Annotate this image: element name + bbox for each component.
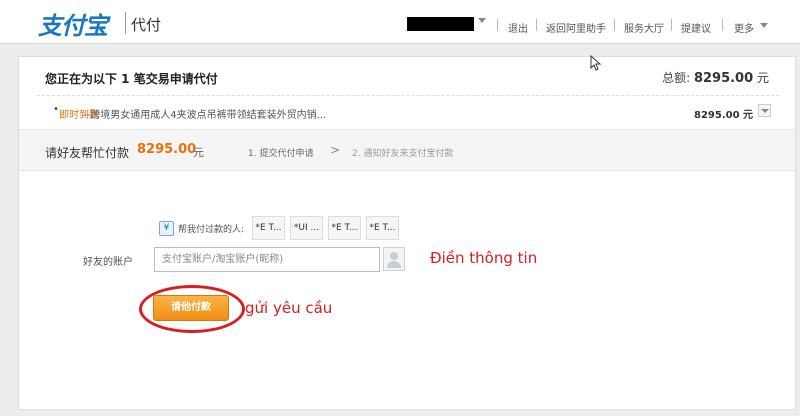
item-title[interactable]: --跨境男女通用成人4夹波点吊裤带领结套装外贸内销... xyxy=(83,106,326,121)
total-amount: 8295.00 xyxy=(693,71,754,86)
pay-request-amount: 8295.00 xyxy=(137,142,197,157)
friend-account-input[interactable] xyxy=(154,247,380,272)
pay-request-unit: 元 xyxy=(193,146,204,159)
yuan-icon: ¥ xyxy=(159,221,174,236)
nav-divider xyxy=(722,19,723,31)
annotation-circle xyxy=(139,285,245,333)
previous-payers-label: 帮我付过款的人: xyxy=(178,225,245,235)
product-name: 代付 xyxy=(131,16,162,34)
chevron-down-icon[interactable] xyxy=(478,18,486,23)
contact-person-icon xyxy=(390,252,398,260)
step-arrow-icon: > xyxy=(330,143,341,157)
step-submit-request: 1. 提交代付申请 xyxy=(248,149,314,159)
contact-person-icon-body xyxy=(387,261,401,268)
pay-request-label: 请好友帮忙付款 xyxy=(45,146,130,160)
order-total: 总额: 8295.00 元 xyxy=(662,69,769,86)
payment-request-card: 您正在为以下 1 笔交易申请代付 总额: 8295.00 元 • 即时到账 --… xyxy=(18,56,796,410)
annotation-send-request: gửi yêu cầu xyxy=(245,299,333,317)
nav-back-to-assistant[interactable]: 返回阿里助手 xyxy=(546,20,606,35)
nav-logout[interactable]: 退出 xyxy=(508,20,528,35)
nav-feedback[interactable]: 提建议 xyxy=(681,20,711,35)
item-price: 8295.00 元 xyxy=(694,110,754,121)
page-title: 您正在为以下 1 笔交易申请代付 xyxy=(45,72,218,86)
previous-payer-chip[interactable]: *E T... xyxy=(328,216,361,240)
previous-payer-chip[interactable]: *E T... xyxy=(252,216,285,240)
annotation-fill-info: Điền thông tin xyxy=(430,249,538,267)
nav-more[interactable]: 更多 xyxy=(734,20,754,35)
total-unit: 元 xyxy=(756,71,769,85)
order-summary-row: 您正在为以下 1 笔交易申请代付 总额: 8295.00 元 xyxy=(19,57,795,95)
nav-divider xyxy=(614,19,615,31)
pay-request-strip: 请好友帮忙付款 8295.00 元 1. 提交代付申请 > 2. 通知好友来支付… xyxy=(19,129,795,171)
friend-account-label: 好友的账户 xyxy=(83,257,133,268)
divider xyxy=(37,95,779,96)
step-notify-friend: 2. 通知好友来支付宝付款 xyxy=(352,149,454,159)
nav-service-hall[interactable]: 服务大厅 xyxy=(624,20,664,35)
chevron-down-icon[interactable] xyxy=(760,23,768,28)
contacts-button[interactable] xyxy=(383,247,405,271)
alipay-logo[interactable]: 支付宝 xyxy=(38,6,108,41)
previous-payer-chip[interactable]: *E T... xyxy=(366,216,399,240)
user-account-redacted[interactable] xyxy=(407,17,474,31)
mouse-cursor-icon xyxy=(590,55,601,71)
nav-divider xyxy=(536,19,537,31)
logo-divider xyxy=(125,12,126,34)
previous-payer-chip[interactable]: *UI ... xyxy=(290,216,323,240)
top-header: 支付宝 代付 退出 返回阿里助手 服务大厅 提建议 更多 xyxy=(0,0,800,44)
nav-divider xyxy=(671,19,672,31)
nav-divider xyxy=(497,19,498,31)
order-item-row: • 即时到账 --跨境男女通用成人4夹波点吊裤带领结套装外贸内销... 8295… xyxy=(19,101,795,125)
expand-toggle-icon[interactable] xyxy=(758,104,771,117)
total-label: 总额: xyxy=(662,71,691,85)
